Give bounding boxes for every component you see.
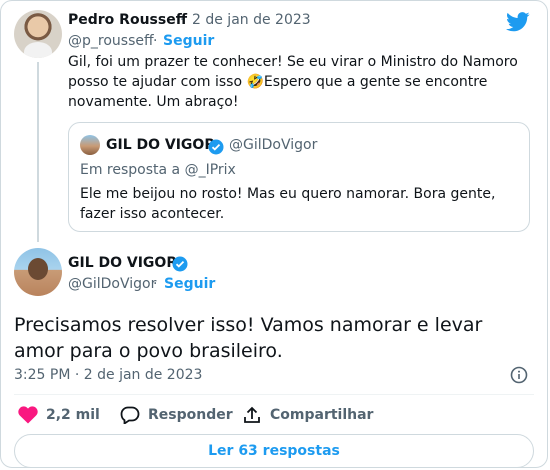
avatar[interactable] bbox=[14, 248, 62, 296]
share-icon bbox=[244, 406, 260, 423]
avatar[interactable] bbox=[14, 10, 62, 58]
author-name[interactable]: Pedro Rousseff bbox=[68, 12, 187, 28]
follow-link[interactable]: Seguir bbox=[164, 276, 215, 292]
twitter-bird-icon[interactable] bbox=[506, 12, 530, 32]
tweet-timestamp[interactable]: 3:25 PM · 2 de jan de 2023 bbox=[14, 367, 202, 383]
separator-dot: · bbox=[180, 12, 185, 28]
share-label: Compartilhar bbox=[270, 407, 374, 423]
tweet-date[interactable]: 2 de jan de 2023 bbox=[192, 12, 311, 28]
read-replies-button[interactable]: Ler 63 respostas bbox=[14, 434, 534, 468]
separator-dot: · bbox=[153, 33, 158, 49]
avatar bbox=[80, 135, 100, 155]
tweet-text: Precisamos resolver isso! Vamos namorar … bbox=[14, 314, 483, 362]
separator-dot: · bbox=[153, 276, 158, 292]
thread-line bbox=[37, 62, 39, 242]
author-handle[interactable]: @p_rousseff bbox=[68, 33, 154, 49]
author-handle[interactable]: @GilDoVigor bbox=[68, 276, 156, 292]
tweet-text: Gil, foi um prazer te conhecer! Se eu vi… bbox=[68, 54, 518, 110]
quoted-author-name: GIL DO VIGOR bbox=[106, 137, 216, 153]
quoted-tweet-text: Ele me beijou no rosto! Mas eu quero nam… bbox=[80, 186, 496, 222]
heart-icon bbox=[18, 406, 38, 424]
reply-bubble-icon bbox=[120, 406, 140, 424]
quoted-author-handle: @GilDoVigor bbox=[229, 137, 318, 153]
share-button[interactable]: Compartilhar bbox=[242, 404, 373, 426]
follow-link[interactable]: Seguir bbox=[163, 33, 214, 49]
reply-button[interactable]: Responder bbox=[120, 404, 233, 426]
reply-context: Em resposta a @_IPrix bbox=[80, 162, 236, 178]
divider bbox=[14, 394, 534, 395]
verified-badge-icon bbox=[208, 139, 224, 155]
reply-label: Responder bbox=[148, 407, 233, 423]
like-button[interactable]: 2,2 mil bbox=[18, 404, 100, 426]
like-count: 2,2 mil bbox=[46, 407, 100, 423]
verified-badge-icon bbox=[172, 256, 188, 272]
author-name[interactable]: GIL DO VIGOR bbox=[68, 255, 177, 271]
info-icon[interactable] bbox=[510, 366, 528, 384]
